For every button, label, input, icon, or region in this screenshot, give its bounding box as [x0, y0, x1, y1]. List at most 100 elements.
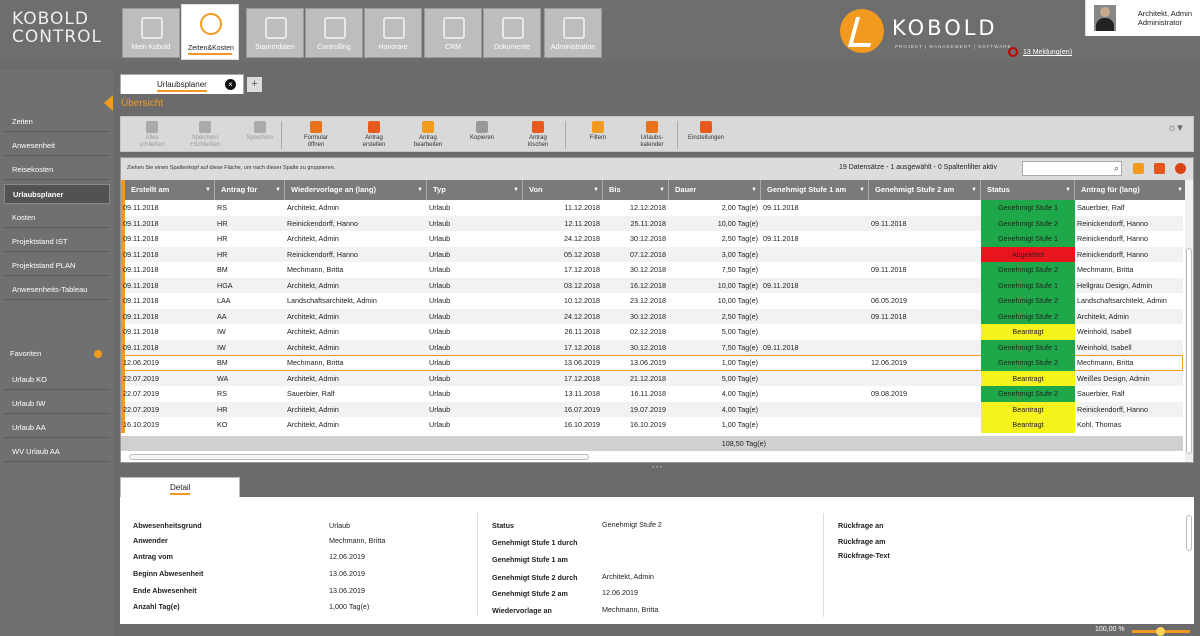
- tab-detail[interactable]: Detail: [120, 477, 240, 497]
- table-cell: 10,00 Tag(e): [717, 280, 758, 290]
- euro-icon: [383, 17, 405, 39]
- sidebar-item-anwesenheit[interactable]: Anwesenheit: [4, 136, 110, 156]
- vertical-scrollbar[interactable]: [1185, 180, 1193, 462]
- close-tab-icon[interactable]: ×: [225, 79, 236, 90]
- column-filter-icon[interactable]: ▼: [859, 180, 865, 200]
- view-settings-icon[interactable]: ☼▾: [1163, 123, 1187, 157]
- messages-link[interactable]: 13 Meldung(en): [1008, 47, 1072, 57]
- zoom-slider-handle[interactable]: [1156, 627, 1165, 636]
- edit-button[interactable]: Antrag bearbeiten: [401, 119, 455, 151]
- table-row[interactable]: 22.07.2019 RS Sauerbier, Ralf Urlaub 13.11.2…: [121, 386, 1183, 402]
- pane-splitter[interactable]: • • •: [120, 465, 1194, 471]
- column-header-antrag-f-r[interactable]: Antrag für ▼: [215, 180, 285, 200]
- copy-button[interactable]: Kopieren: [455, 119, 509, 151]
- column-header-bis[interactable]: Bis ▼: [603, 180, 669, 200]
- nav-tab-honorare[interactable]: Honorare: [364, 8, 422, 58]
- table-row[interactable]: 22.07.2019 WA Architekt, Admin Urlaub 17.12.…: [121, 370, 1183, 386]
- horizontal-scrollbar[interactable]: [129, 454, 589, 460]
- column-filter-icon[interactable]: ▼: [971, 180, 977, 200]
- column-header-von[interactable]: Von ▼: [523, 180, 603, 200]
- nav-tab-mein-kobold[interactable]: Mein Kobold: [122, 8, 180, 58]
- grid-search-input[interactable]: ⌕: [1022, 161, 1122, 176]
- column-header-wiedervorlage-an-lang[interactable]: Wiedervorlage an (lang) ▼: [285, 180, 427, 200]
- table-row[interactable]: 12.06.2019 BM Mechmann, Britta Urlaub 13.06.…: [121, 355, 1183, 371]
- calendar-button[interactable]: Urlaubs-kalender: [625, 119, 679, 151]
- print-icon[interactable]: [1154, 163, 1165, 174]
- table-cell: Mechmann, Britta: [1077, 265, 1134, 274]
- column-filter-icon[interactable]: ▼: [1065, 180, 1071, 200]
- save-close-icon: [199, 121, 211, 133]
- table-cell: IW: [217, 327, 226, 336]
- sidebar-item-projektstand-ist[interactable]: Projektstand IST: [4, 232, 110, 252]
- table-row[interactable]: 09.11.2018 HGA Architekt, Admin Urlaub 03.12…: [121, 277, 1183, 293]
- close-all-button[interactable]: Alles schließen: [125, 119, 179, 151]
- column-header-antrag-f-r-lang[interactable]: Antrag für (lang) ▼: [1075, 180, 1187, 200]
- save-button[interactable]: Speichern: [233, 119, 287, 151]
- column-filter-icon[interactable]: ▼: [275, 180, 281, 200]
- column-filter-icon[interactable]: ▼: [751, 180, 757, 200]
- nav-tab-administration[interactable]: Administration: [544, 8, 602, 58]
- favorite-item-urlaub-ko[interactable]: Urlaub KO: [4, 370, 110, 390]
- column-filter-icon[interactable]: ▼: [205, 180, 211, 200]
- sidebar-item-projektstand-plan[interactable]: Projektstand PLAN: [4, 256, 110, 276]
- sidebar-item-anwesenheits-tableau[interactable]: Anwesenheits-Tableau: [4, 280, 110, 300]
- sidebar-item-urlaubsplaner[interactable]: Urlaubsplaner: [4, 184, 110, 204]
- table-cell: RS: [217, 203, 227, 212]
- column-filter-icon[interactable]: ▼: [513, 180, 519, 200]
- column-header-genehmigt-stufe-2-am[interactable]: Genehmigt Stufe 2 am ▼: [869, 180, 981, 200]
- settings-button[interactable]: Einstellungen: [679, 119, 733, 151]
- button-label-1: Speichern: [191, 135, 219, 141]
- detail-scrollbar[interactable]: [1186, 515, 1192, 551]
- table-row[interactable]: 09.11.2018 LAA Landschaftsarchitekt, Admin…: [121, 293, 1183, 309]
- add-tab-button[interactable]: +: [247, 77, 262, 92]
- column-filter-icon[interactable]: ▼: [593, 180, 599, 200]
- delete-button[interactable]: Antrag löschen: [511, 119, 565, 151]
- sidebar-item-reisekosten[interactable]: Reisekosten: [4, 160, 110, 180]
- app-logo[interactable]: KOBOLD CONTROL: [12, 10, 102, 46]
- refresh-icon[interactable]: [1175, 163, 1186, 174]
- table-cell: HR: [217, 404, 228, 414]
- table-row[interactable]: 09.11.2018 HR Reinickendorff, Hanno Urlaub 0…: [121, 246, 1183, 262]
- table-row[interactable]: 16.10.2019 KO Architekt, Admin Urlaub 16.10.…: [121, 417, 1183, 433]
- tab-urlaubsplaner[interactable]: Urlaubsplaner ×: [120, 74, 244, 94]
- column-header-dauer[interactable]: Dauer ▼: [669, 180, 761, 200]
- favorite-item-urlaub-iw[interactable]: Urlaub IW: [4, 394, 110, 414]
- nav-tab-zeiten-kosten[interactable]: Zeiten&Kosten: [181, 4, 239, 60]
- column-header-genehmigt-stufe-1-am[interactable]: Genehmigt Stufe 1 am ▼: [761, 180, 869, 200]
- column-header-status[interactable]: Status ▼: [981, 180, 1075, 200]
- detail-label: Anzahl Tag(e): [133, 602, 180, 611]
- save-close-button[interactable]: Speichern +Schließen: [178, 119, 232, 151]
- nav-tab-crm[interactable]: CRM: [424, 8, 482, 58]
- column-filter-icon[interactable]: ▼: [1177, 180, 1183, 200]
- user-menu[interactable]: Architekt, Admin Administrator: [1085, 0, 1200, 36]
- favorites-settings-icon[interactable]: [94, 350, 102, 358]
- column-filter-icon[interactable]: ▼: [417, 180, 423, 200]
- scroll-thumb[interactable]: [1186, 248, 1192, 454]
- zoom-slider[interactable]: [1132, 627, 1190, 636]
- table-row[interactable]: 09.11.2018 AA Architekt, Admin Urlaub 24.12.…: [121, 308, 1183, 324]
- table-cell: Urlaub: [429, 249, 451, 259]
- table-row[interactable]: 09.11.2018 BM Mechmann, Britta Urlaub 17.12.…: [121, 262, 1183, 278]
- table-row[interactable]: 09.11.2018 HR Architekt, Admin Urlaub 24.12.…: [121, 231, 1183, 247]
- table-row[interactable]: 09.11.2018 IW Architekt, Admin Urlaub 26.11.…: [121, 324, 1183, 340]
- favorite-item-wv-urlaub-aa[interactable]: WV Urlaub AA: [4, 442, 110, 462]
- open-form-button[interactable]: Formular öffnen: [289, 119, 343, 151]
- export-icon[interactable]: [1133, 163, 1144, 174]
- nav-tab-dokumente[interactable]: Dokumente: [483, 8, 541, 58]
- collapse-sidebar-icon[interactable]: [104, 95, 113, 111]
- column-header-typ[interactable]: Typ ▼: [427, 180, 523, 200]
- sidebar-item-zeiten[interactable]: Zeiten: [4, 112, 110, 132]
- table-row[interactable]: 22.07.2019 HR Architekt, Admin Urlaub 16.07.…: [121, 401, 1183, 417]
- table-row[interactable]: 09.11.2018 RS Architekt, Admin Urlaub 11.12.…: [121, 200, 1183, 216]
- table-row[interactable]: 09.11.2018 HR Reinickendorff, Hanno Urlaub 1…: [121, 215, 1183, 231]
- add-button[interactable]: Antrag erstellen: [347, 119, 401, 151]
- table-row[interactable]: 09.11.2018 IW Architekt, Admin Urlaub 17.12.…: [121, 339, 1183, 355]
- column-filter-icon[interactable]: ▼: [659, 180, 665, 200]
- nav-tab-stammdaten[interactable]: Stammdaten: [246, 8, 304, 58]
- nav-tab-controlling[interactable]: Controlling: [305, 8, 363, 58]
- favorite-item-urlaub-aa[interactable]: Urlaub AA: [4, 418, 110, 438]
- filter-button[interactable]: Filtern: [571, 119, 625, 151]
- column-header-erstellt-am[interactable]: Erstellt am ▼: [125, 180, 215, 200]
- grid-info-bar: Ziehen Sie einen Spaltenkopf auf diese F…: [121, 158, 1193, 180]
- sidebar-item-kosten[interactable]: Kosten: [4, 208, 110, 228]
